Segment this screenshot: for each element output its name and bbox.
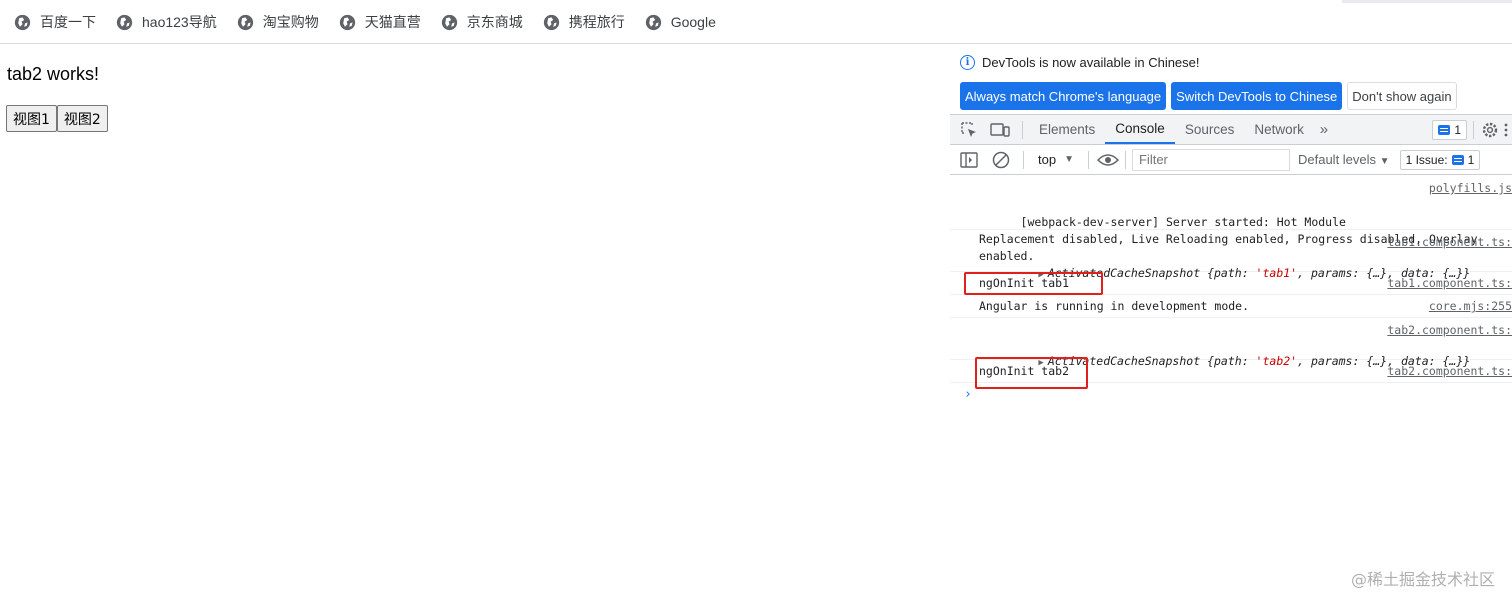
tab-sources[interactable]: Sources — [1175, 115, 1245, 144]
live-expression-eye-icon[interactable] — [1095, 150, 1121, 170]
inspect-element-icon[interactable] — [959, 120, 979, 140]
language-buttons: Always match Chrome's language Switch De… — [960, 82, 1457, 110]
bookmark-label: 携程旅行 — [568, 14, 625, 30]
messages-count: 1 — [1454, 122, 1461, 137]
issues-count: 1 — [1467, 152, 1475, 167]
tab-network[interactable]: Network — [1244, 115, 1314, 144]
view-buttons: 视图1 视图2 — [6, 105, 108, 132]
always-match-language-button[interactable]: Always match Chrome's language — [960, 82, 1167, 110]
tab-elements[interactable]: Elements — [1029, 115, 1105, 144]
console-message: tab1.component.ts: ▶ ActivatedCacheSnapsh… — [950, 230, 1512, 280]
page-content: tab2 works! 视图1 视图2 — [0, 44, 950, 606]
console-message: core.mjs:255 Angular is running in devel… — [950, 295, 1512, 318]
globe-icon — [116, 14, 133, 30]
more-tabs-chevron-icon[interactable]: » — [1314, 120, 1334, 140]
clear-console-icon[interactable] — [991, 150, 1011, 170]
console-message: tab2.component.ts: ngOnInit tab2 — [950, 357, 1512, 389]
bookmark-ctrip[interactable]: 携程旅行 — [543, 12, 625, 32]
info-icon: i — [960, 55, 975, 70]
console-prompt-chevron-icon[interactable]: › — [964, 387, 972, 402]
more-options-icon[interactable] — [1500, 120, 1512, 140]
switch-to-chinese-button[interactable]: Switch DevTools to Chinese — [1171, 82, 1343, 110]
bookmark-label: Google — [670, 14, 716, 30]
message-source-link[interactable]: tab2.component.ts: — [1387, 364, 1512, 378]
devtools-tab-bar: Elements Console Sources Network » 1 — [950, 114, 1512, 145]
globe-icon — [543, 14, 559, 30]
context-selector[interactable]: top ▼ — [1030, 152, 1082, 167]
bookmark-taobao[interactable]: 淘宝购物 — [237, 12, 319, 32]
message-source-link[interactable]: core.mjs:255 — [1429, 299, 1512, 313]
console-message: polyfills.js [webpack-dev-server] Server… — [950, 175, 1512, 263]
dropdown-arrow-icon: ▼ — [1064, 154, 1074, 165]
view1-button[interactable]: 视图1 — [6, 105, 57, 132]
bookmark-label: 淘宝购物 — [262, 14, 319, 30]
message-icon — [1451, 154, 1464, 165]
message-source-link[interactable]: polyfills.js — [1429, 180, 1512, 197]
bookmark-baidu[interactable]: 百度一下 — [14, 12, 96, 32]
bookmark-label: 天猫直营 — [364, 14, 421, 30]
highlight-box — [964, 272, 1103, 295]
context-label: top — [1038, 152, 1057, 167]
globe-icon — [441, 14, 457, 30]
console-filter-bar: top ▼ Default levels ▼ 1 Issue: 1 — [950, 145, 1512, 175]
message-source-link[interactable]: tab1.component.ts: — [1387, 276, 1512, 290]
bookmark-label: 百度一下 — [40, 14, 96, 30]
console-filter-input[interactable] — [1131, 148, 1290, 171]
toolbar-divider — [1087, 150, 1089, 169]
globe-icon — [14, 14, 31, 30]
globe-icon — [645, 14, 661, 30]
bookmark-label: 京东商城 — [466, 14, 523, 30]
page-heading: tab2 works! — [7, 64, 100, 84]
issues-label: 1 Issue: — [1405, 152, 1448, 167]
message-source-link[interactable]: tab2.component.ts: — [1387, 323, 1512, 337]
dropdown-arrow-icon: ▼ — [1379, 156, 1390, 167]
messages-badge[interactable]: 1 — [1432, 119, 1467, 140]
highlight-box — [975, 357, 1088, 389]
device-toolbar-icon[interactable] — [990, 120, 1010, 140]
toolbar-divider — [1023, 150, 1024, 169]
log-levels-dropdown[interactable]: Default levels ▼ — [1290, 152, 1398, 167]
console-message: tab2.component.ts: ▶ ActivatedCacheSnapsh… — [950, 318, 1512, 368]
console-messages: polyfills.js [webpack-dev-server] Server… — [950, 175, 1512, 402]
message-source-link[interactable]: tab1.component.ts: — [1387, 235, 1512, 249]
bookmark-label: hao123导航 — [142, 14, 217, 30]
issues-button[interactable]: 1 Issue: 1 — [1399, 149, 1481, 170]
watermark: @稀土掘金技术社区 — [1350, 570, 1495, 589]
toolbar-divider — [1022, 120, 1023, 139]
message-text: Angular is running in development mode. — [979, 299, 1250, 313]
bookmark-tmall[interactable]: 天猫直营 — [339, 12, 421, 32]
view2-button[interactable]: 视图2 — [56, 105, 108, 132]
info-message: DevTools is now available in Chinese! — [982, 55, 1200, 70]
globe-icon — [339, 14, 355, 30]
log-levels-label: Default levels — [1297, 152, 1377, 167]
tab-console[interactable]: Console — [1105, 115, 1175, 144]
toolbar-divider — [1124, 150, 1126, 169]
message-icon — [1438, 124, 1451, 135]
console-message: tab1.component.ts: ngOnInit tab1 — [950, 272, 1512, 295]
settings-gear-icon[interactable] — [1480, 120, 1500, 140]
devtools-panel: i DevTools is now available in Chinese! … — [950, 44, 1512, 606]
bookmarks-bar: 百度一下 hao123导航 淘宝购物 天猫直营 京东商城 携程旅行 Google — [0, 0, 1512, 44]
sidebar-toggle-icon[interactable] — [959, 150, 979, 170]
devtools-language-infobar: i DevTools is now available in Chinese! — [960, 55, 1200, 70]
globe-icon — [237, 14, 253, 30]
bookmark-jd[interactable]: 京东商城 — [441, 12, 523, 32]
toolbar-divider — [1473, 120, 1474, 139]
bookmark-google[interactable]: Google — [645, 14, 716, 31]
window-frame-edge — [1342, 0, 1512, 3]
dont-show-again-button[interactable]: Don't show again — [1347, 82, 1457, 110]
bookmark-hao123[interactable]: hao123导航 — [116, 12, 217, 32]
